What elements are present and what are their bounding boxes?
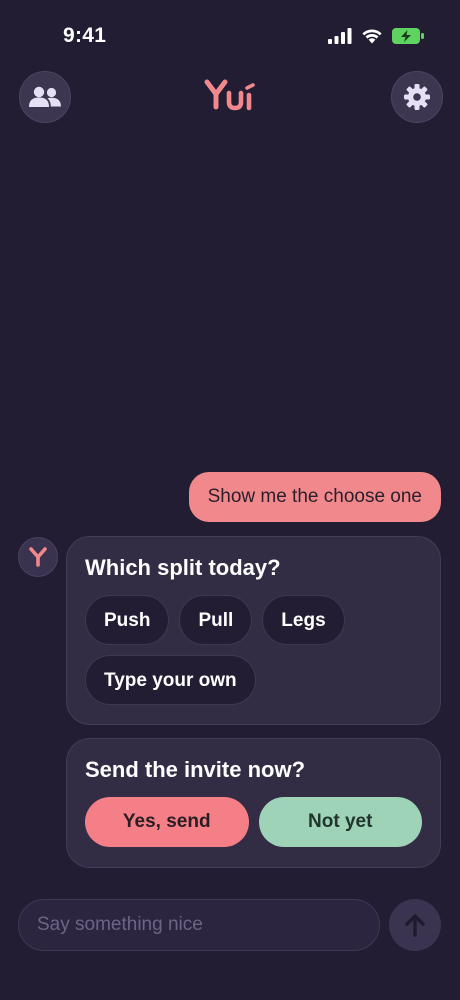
battery-charging-icon [392,27,424,44]
user-message-bubble: Show me the choose one [188,472,441,522]
option-push[interactable]: Push [85,595,170,645]
message-input-wrapper [18,899,380,951]
option-pull[interactable]: Pull [179,595,253,645]
settings-button[interactable] [391,71,443,123]
message-input[interactable] [19,900,379,950]
option-type-your-own[interactable]: Type your own [85,655,256,705]
bot-avatar [18,537,58,577]
status-time: 9:41 [63,24,107,47]
not-yet-button[interactable]: Not yet [258,797,422,847]
send-button[interactable] [389,899,441,951]
friends-button[interactable] [19,71,71,123]
wifi-icon [362,29,382,44]
people-icon [29,86,61,107]
split-choice-card: Which split today? Push Pull Legs Type y… [66,536,441,725]
yes-send-button[interactable]: Yes, send [85,797,249,847]
invite-actions: Yes, send Not yet [85,797,422,847]
invite-card: Send the invite now? Yes, send Not yet [66,738,441,868]
option-legs[interactable]: Legs [262,595,345,645]
invite-card-title: Send the invite now? [85,757,306,782]
signal-icon [328,27,352,44]
split-card-title: Which split today? [85,555,281,580]
status-bar: 9:41 [0,0,460,70]
yui-logo [204,79,255,111]
arrow-up-icon [405,914,425,937]
yui-logo-icon [29,547,47,567]
gear-icon [404,84,430,110]
status-icons [328,27,424,44]
split-options: Push Pull Legs Type your own [85,595,422,705]
